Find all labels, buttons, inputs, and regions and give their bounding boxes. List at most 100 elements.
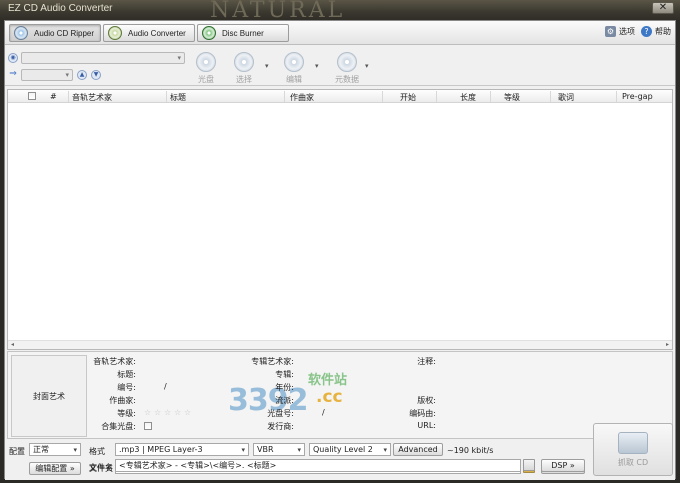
select-all-checkbox[interactable] bbox=[28, 92, 36, 100]
format-label: 格式 bbox=[89, 447, 105, 456]
column-divider bbox=[550, 91, 551, 102]
watermark-domain: .cc bbox=[316, 387, 343, 407]
label-copyright: 版权: bbox=[417, 396, 436, 405]
label-compilation: 合集光盘: bbox=[101, 422, 136, 431]
advanced-button[interactable]: Advanced bbox=[393, 443, 443, 456]
profile-select[interactable]: 正常 ▾ bbox=[29, 443, 81, 456]
options-link[interactable]: ⚙ 选项 bbox=[605, 26, 635, 37]
chevron-down-icon: ▾ bbox=[383, 446, 387, 454]
watermark-cn-text: 软件站 bbox=[308, 373, 348, 388]
help-link[interactable]: ? 帮助 bbox=[641, 26, 671, 37]
column-header-pregap[interactable]: Pre-gap bbox=[622, 92, 653, 101]
horizontal-scrollbar[interactable]: ◂ ▸ bbox=[8, 340, 672, 349]
label-genre: 流派: bbox=[275, 396, 294, 405]
column-divider bbox=[436, 91, 437, 102]
column-divider bbox=[490, 91, 491, 102]
chevron-down-icon: ▾ bbox=[73, 446, 77, 454]
filename-row: 文件名 <专辑艺术家> - <专辑>\<编号>. <标题> DSP » bbox=[5, 459, 591, 479]
format-select[interactable]: .mp3 | MPEG Layer-3 ▾ bbox=[115, 443, 249, 456]
tool-label: 光盘 bbox=[198, 75, 214, 84]
tab-label: Audio Converter bbox=[128, 28, 186, 38]
chevron-down-icon[interactable]: ▾ bbox=[265, 62, 269, 70]
column-header-lyrics[interactable]: 歌词 bbox=[558, 92, 574, 103]
column-header-track-artist[interactable]: 音轨艺术家 bbox=[72, 92, 112, 103]
title-bar: NATURAL EZ CD Audio Converter ✕ bbox=[0, 0, 680, 23]
column-header-composer[interactable]: 作曲家 bbox=[290, 92, 314, 103]
label-album: 专辑: bbox=[275, 370, 294, 379]
quality-value: Quality Level 2 bbox=[313, 445, 373, 454]
rating-star-icon[interactable]: ☆ bbox=[144, 408, 151, 417]
tool-cd[interactable]: 光盘 bbox=[191, 52, 221, 85]
options-label: 选项 bbox=[619, 27, 635, 36]
tool-edit[interactable]: 编辑 bbox=[279, 52, 309, 85]
label-year: 年份: bbox=[275, 383, 294, 392]
label-comment: 注释: bbox=[417, 357, 436, 366]
chevron-down-icon[interactable]: ▾ bbox=[365, 62, 369, 70]
compilation-checkbox[interactable] bbox=[144, 422, 152, 430]
column-divider bbox=[382, 91, 383, 102]
tab-disc-burner[interactable]: Disc Burner bbox=[197, 24, 289, 42]
column-header-number[interactable]: # bbox=[50, 92, 57, 101]
metadata-icon bbox=[337, 52, 357, 72]
tool-label: 元数据 bbox=[335, 75, 359, 84]
scroll-right-icon[interactable]: ▸ bbox=[663, 341, 672, 349]
refresh-icon[interactable]: ▼ bbox=[91, 70, 101, 80]
disc-number-separator: / bbox=[322, 408, 325, 417]
column-divider bbox=[166, 91, 167, 102]
rating-star-icon[interactable]: ☆ bbox=[174, 408, 181, 417]
rating-star-icon[interactable]: ☆ bbox=[184, 408, 191, 417]
chevron-down-icon: ▾ bbox=[65, 71, 69, 79]
pattern-edit-icon[interactable] bbox=[523, 459, 535, 471]
scroll-left-icon[interactable]: ◂ bbox=[8, 341, 17, 349]
label-composer: 作曲家: bbox=[109, 396, 136, 405]
tab-label: Audio CD Ripper bbox=[34, 28, 95, 38]
converter-icon bbox=[108, 26, 122, 40]
track-list[interactable]: # 音轨艺术家 标题 作曲家 开始 长度 等级 歌词 Pre-gap ◂ ▸ bbox=[7, 89, 673, 350]
column-header-title[interactable]: 标题 bbox=[170, 92, 186, 103]
filename-pattern-field[interactable]: <专辑艺术家> - <专辑>\<编号>. <标题> bbox=[115, 459, 521, 472]
label-encoded-by: 编码由: bbox=[409, 409, 436, 418]
filename-label: 文件名 bbox=[89, 463, 113, 472]
tool-label: 编辑 bbox=[286, 75, 302, 84]
tab-audio-cd-ripper[interactable]: Audio CD Ripper bbox=[9, 24, 101, 42]
label-album-artist: 专辑艺术家: bbox=[251, 357, 294, 366]
tab-audio-converter[interactable]: Audio Converter bbox=[103, 24, 195, 42]
cd-icon bbox=[196, 52, 216, 72]
tool-label: 选择 bbox=[236, 75, 252, 84]
rating-star-icon[interactable]: ☆ bbox=[154, 408, 161, 417]
select-icon bbox=[234, 52, 254, 72]
dsp-button[interactable]: DSP » bbox=[541, 459, 585, 472]
arrow-right-icon: ⇒ bbox=[9, 69, 17, 79]
close-button[interactable]: ✕ bbox=[652, 2, 674, 14]
window-title: EZ CD Audio Converter bbox=[8, 3, 113, 14]
track-list-header: # 音轨艺术家 标题 作曲家 开始 长度 等级 歌词 Pre-gap bbox=[8, 90, 672, 103]
gear-icon: ⚙ bbox=[605, 26, 616, 37]
label-publisher: 发行商: bbox=[267, 422, 294, 431]
bitrate-readout: ~190 kbit/s bbox=[447, 446, 494, 455]
rip-cd-button[interactable]: 抓取 CD bbox=[593, 423, 673, 476]
edit-icon bbox=[284, 52, 304, 72]
column-divider bbox=[616, 91, 617, 102]
column-header-start[interactable]: 开始 bbox=[400, 92, 416, 103]
format-value: .mp3 | MPEG Layer-3 bbox=[119, 445, 203, 454]
bitrate-mode-select[interactable]: VBR ▾ bbox=[253, 443, 305, 456]
tool-select[interactable]: 选择 bbox=[229, 52, 259, 85]
profile-value: 正常 bbox=[33, 445, 49, 454]
speed-select[interactable]: ▾ bbox=[21, 69, 73, 81]
chevron-down-icon: ▾ bbox=[241, 446, 245, 454]
column-header-length[interactable]: 长度 bbox=[460, 92, 476, 103]
column-header-rating[interactable]: 等级 bbox=[504, 92, 520, 103]
label-url: URL: bbox=[417, 421, 436, 430]
eject-icon[interactable]: ▲ bbox=[77, 70, 87, 80]
help-label: 帮助 bbox=[655, 27, 671, 36]
quality-select[interactable]: Quality Level 2 ▾ bbox=[309, 443, 391, 456]
chevron-down-icon[interactable]: ▾ bbox=[315, 62, 319, 70]
chevron-down-icon: ▾ bbox=[297, 446, 301, 454]
metadata-panel: 封面艺术 3392 软件站 .cc 音轨艺术家: 标题: 编号: / 作曲家: … bbox=[7, 351, 673, 439]
label-track-artist: 音轨艺术家: bbox=[93, 357, 136, 366]
rating-star-icon[interactable]: ☆ bbox=[164, 408, 171, 417]
column-divider bbox=[68, 91, 69, 102]
profile-label: 配置 bbox=[9, 447, 25, 456]
drive-select[interactable]: ▾ bbox=[21, 52, 185, 64]
tool-metadata[interactable]: 元数据 bbox=[329, 52, 365, 85]
